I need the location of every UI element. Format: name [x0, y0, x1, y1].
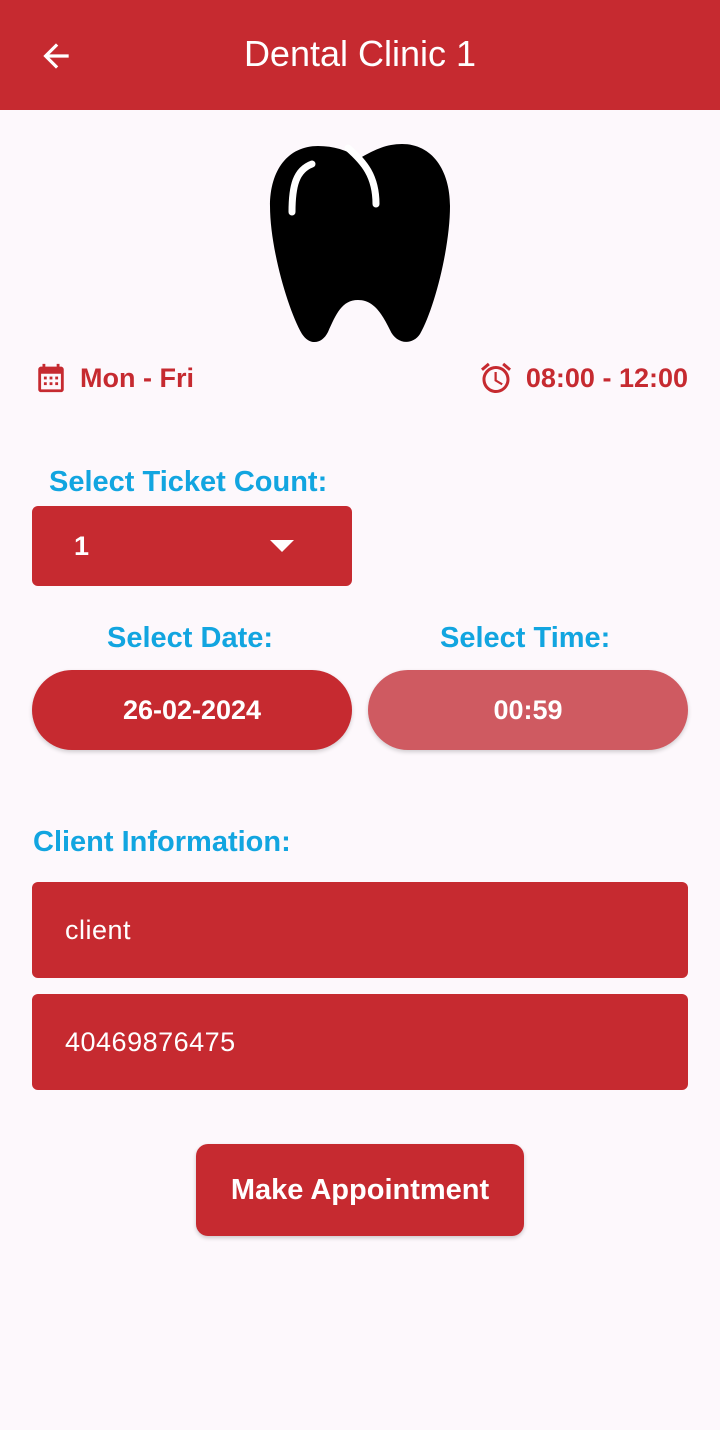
select-time-label: Select Time: — [440, 622, 611, 654]
clinic-days: Mon - Fri — [34, 356, 194, 400]
arrow-left-icon — [43, 43, 69, 69]
caret-down-icon — [270, 540, 294, 552]
app-bar: Dental Clinic 1 — [0, 0, 720, 110]
calendar-icon — [38, 363, 64, 393]
ticket-count-label: Select Ticket Count: — [49, 466, 328, 498]
make-appointment-button[interactable]: Make Appointment — [196, 1144, 524, 1236]
back-button[interactable] — [28, 28, 84, 84]
client-phone-field[interactable]: 40469876475 — [32, 994, 688, 1090]
page-title: Dental Clinic 1 — [243, 33, 477, 74]
select-date-label: Select Date: — [107, 622, 274, 654]
date-picker-button[interactable]: 26-02-2024 — [32, 670, 352, 750]
clinic-hours-text: 08:00 - 12:00 — [525, 362, 688, 393]
clinic-days-text: Mon - Fri — [80, 362, 194, 393]
client-phone-value: 40469876475 — [65, 1027, 236, 1057]
client-name-field[interactable]: client — [32, 882, 688, 978]
client-information-label: Client Information: — [33, 826, 291, 858]
time-picker-button[interactable]: 00:59 — [368, 670, 688, 750]
client-name-value: client — [65, 915, 132, 945]
ticket-count-dropdown[interactable]: 1 — [32, 506, 352, 586]
alarm-clock-icon — [480, 362, 511, 393]
clinic-hours: 08:00 - 12:00 — [478, 356, 688, 400]
ticket-count-value: 1 — [74, 531, 90, 561]
tooth-icon — [270, 144, 450, 343]
tooth-image — [266, 140, 454, 346]
